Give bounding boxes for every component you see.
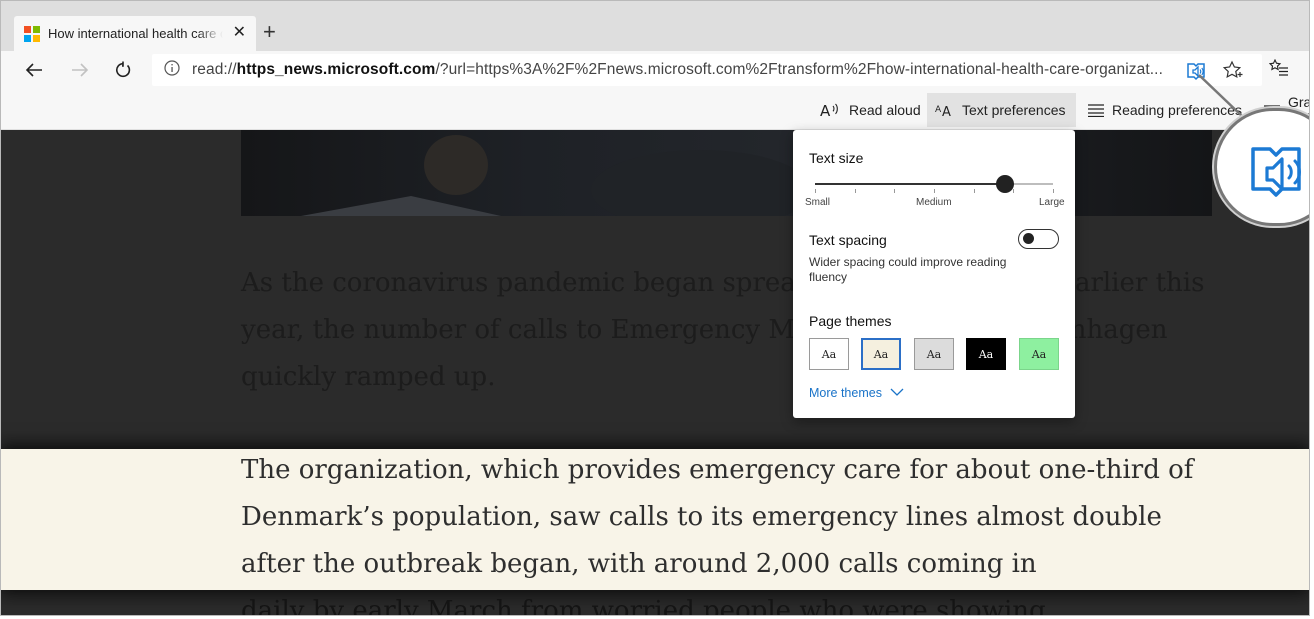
slider-tick: [894, 189, 896, 193]
add-favorite-icon[interactable]: [1222, 60, 1244, 82]
slider-tick: [973, 189, 975, 193]
text-size-icon: AA: [935, 102, 955, 118]
tab-strip: How international health care organizati…: [1, 1, 1309, 51]
slider-label-small: Small: [805, 197, 831, 208]
slider-tick: [815, 189, 816, 193]
immersive-reader-icon: [1249, 144, 1309, 207]
slider-tick: [1013, 189, 1015, 193]
forward-arrow-icon[interactable]: [69, 59, 91, 81]
back-arrow-icon[interactable]: [23, 59, 45, 81]
article-content: As the coronavirus pandemic began spread…: [1, 130, 1309, 616]
text-spacing-toggle[interactable]: [1018, 229, 1059, 249]
slider-fill: [815, 183, 1006, 185]
refresh-icon[interactable]: [112, 59, 134, 81]
text-preferences-button[interactable]: AA Text preferences: [927, 93, 1076, 127]
lines-icon: [1087, 103, 1105, 117]
theme-dark[interactable]: Aa: [966, 338, 1006, 370]
text-size-slider[interactable]: [815, 183, 1053, 185]
url-path: /?url=https%3A%2F%2Fnews.microsoft.com%2…: [435, 61, 1163, 78]
more-themes-link[interactable]: More themes: [809, 386, 904, 400]
navigation-bar: read://https_news.microsoft.com/?url=htt…: [1, 51, 1309, 89]
url-scheme: read://: [192, 61, 237, 78]
toggle-knob: [1023, 233, 1034, 244]
read-aloud-label: Read aloud: [849, 102, 921, 118]
chevron-down-icon: [890, 386, 904, 400]
browser-window: How international health care organizati…: [0, 0, 1310, 616]
text-preferences-label: Text preferences: [962, 102, 1066, 118]
theme-sepia[interactable]: Aa: [861, 338, 901, 370]
url-host: https_news.microsoft.com: [236, 61, 436, 78]
url-text[interactable]: read://https_news.microsoft.com/?url=htt…: [192, 61, 1163, 79]
slider-label-medium: Medium: [916, 197, 952, 208]
reading-preferences-button[interactable]: Reading preferences: [1079, 93, 1250, 127]
theme-green[interactable]: Aa: [1019, 338, 1059, 370]
more-themes-label: More themes: [809, 386, 882, 400]
svg-text:A: A: [935, 105, 942, 115]
text-preferences-panel: Text size Small Medium Large Text spacin…: [793, 130, 1075, 418]
svg-text:A: A: [942, 105, 951, 118]
slider-tick: [1053, 189, 1054, 193]
new-tab-button[interactable]: +: [263, 19, 276, 45]
theme-gray[interactable]: Aa: [914, 338, 954, 370]
slider-label-large: Large: [1039, 197, 1065, 208]
tab-title: How international health care organizati…: [48, 26, 223, 41]
text-spacing-description: Wider spacing could improve reading flue…: [809, 255, 1007, 284]
reader-toolbar: A Read aloud AA Text preferences Reading…: [1, 89, 1309, 130]
immersive-reader-icon[interactable]: [1185, 60, 1207, 82]
microsoft-logo-icon: [24, 25, 40, 42]
read-aloud-button[interactable]: A Read aloud: [812, 93, 929, 127]
slider-thumb[interactable]: [996, 175, 1015, 193]
browser-tab[interactable]: How international health care organizati…: [14, 16, 256, 51]
reading-preferences-label: Reading preferences: [1112, 102, 1242, 118]
favorites-list-icon[interactable]: [1268, 58, 1291, 81]
slider-tick: [934, 189, 935, 193]
text-spacing-heading: Text spacing: [809, 232, 887, 248]
theme-light[interactable]: Aa: [809, 338, 849, 370]
close-tab-icon[interactable]: ✕: [233, 24, 246, 42]
text-size-heading: Text size: [809, 150, 864, 166]
slider-tick: [854, 189, 856, 193]
read-aloud-icon: A: [820, 101, 842, 119]
article-paragraph-3: daily by early March from worried people…: [241, 596, 1046, 616]
article-paragraph-2: The organization, which provides emergen…: [241, 455, 1194, 579]
svg-text:A: A: [820, 102, 831, 119]
page-themes-heading: Page themes: [809, 313, 892, 329]
info-icon[interactable]: [164, 59, 180, 81]
address-bar[interactable]: read://https_news.microsoft.com/?url=htt…: [152, 54, 1262, 86]
